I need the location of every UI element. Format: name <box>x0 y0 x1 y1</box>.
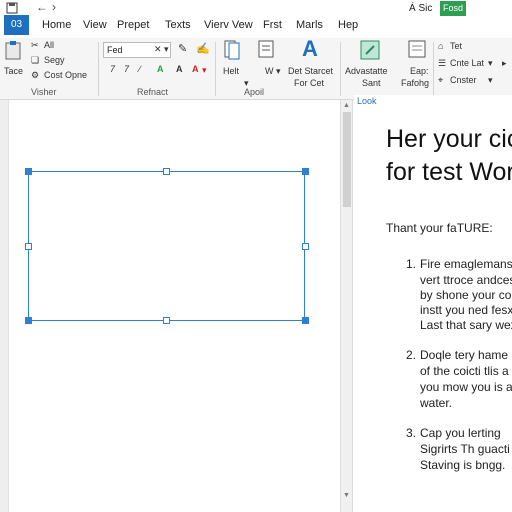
font-dropdown-icon[interactable]: ▾ <box>164 44 169 55</box>
list-item-line: instt you ned fesx <box>420 303 512 317</box>
big-a-icon[interactable]: A <box>302 36 318 62</box>
list-item-line: Sigrirts Th guacti <box>420 442 510 456</box>
color-dropdown-icon[interactable]: ▾ <box>202 65 207 76</box>
ribbon: Tace ✂ All ❏ Segy ⚙ Cost Opne Visher Fed… <box>0 36 512 100</box>
style-eap[interactable]: Eap: <box>410 66 429 76</box>
pane-tab-look[interactable]: Look <box>357 96 377 106</box>
ribbon-divider <box>98 42 99 96</box>
style-gallery-icon[interactable] <box>408 40 426 60</box>
clipboard-group-label: Visher <box>31 87 57 97</box>
cnte-lat-chevron-icon[interactable]: ▾ <box>488 58 493 69</box>
list-number: 1. <box>406 257 417 271</box>
list-icon[interactable] <box>258 40 274 60</box>
list-item-line: vert ttroce andcest <box>420 273 512 287</box>
highlight-button[interactable]: A <box>176 64 183 74</box>
resize-handle[interactable] <box>302 243 309 250</box>
list-item-line: water. <box>420 396 453 410</box>
cnte-lat-button[interactable]: Cnte Lat <box>450 58 484 68</box>
tab-home[interactable]: Home <box>42 19 71 31</box>
resize-handle[interactable] <box>163 317 170 324</box>
paste-icon[interactable] <box>4 40 22 62</box>
cnster-button[interactable]: Cnster <box>450 75 477 85</box>
tab-texts[interactable]: Texts <box>165 19 191 31</box>
pen-icon[interactable]: ✍ <box>196 42 210 55</box>
paste-button[interactable]: Tace <box>4 66 23 76</box>
tab-view[interactable]: View <box>83 19 107 31</box>
copy-button[interactable]: Segy <box>44 55 65 65</box>
selected-shape[interactable] <box>28 171 305 321</box>
list-number: 2. <box>406 348 417 362</box>
style-preview-icon[interactable] <box>360 40 380 62</box>
resize-handle[interactable] <box>25 168 32 175</box>
style-fafohg[interactable]: Fafohg <box>401 78 429 88</box>
list-item-line: Doqle tery hame <box>420 348 509 362</box>
document-intro: Thant your faTURE: <box>386 221 493 235</box>
helt-button[interactable]: Helt <box>223 66 239 76</box>
list-item-line: you mow you is a <box>420 380 512 394</box>
cnte-lat-icon[interactable]: ☰ <box>438 58 446 69</box>
document-heading: for test Worr <box>386 158 512 186</box>
undo-icon[interactable]: ← <box>36 0 48 14</box>
list-item-line: Staving is bngg. <box>420 458 506 472</box>
cut-icon[interactable]: ✂ <box>31 40 39 51</box>
tet-button[interactable]: Tet <box>450 41 462 51</box>
scroll-thumb[interactable] <box>343 112 351 207</box>
april-chevron-icon[interactable]: ▾ <box>244 78 249 89</box>
list-item-line: by shone your conn <box>420 288 512 302</box>
clear-format-icon[interactable]: ✕ <box>154 44 162 55</box>
list-number: 3. <box>406 426 417 440</box>
title-bar: ← › 03 Home View Prepet Texts Vierv Vew … <box>0 0 512 38</box>
vertical-ruler <box>0 100 9 512</box>
ribbon-divider <box>433 42 434 96</box>
resize-handle[interactable] <box>163 168 170 175</box>
list-item-line: Last that sary wex <box>420 318 512 332</box>
bold-button[interactable]: 7 <box>110 64 115 74</box>
tab-marls[interactable]: Marls <box>296 19 323 31</box>
font-group-label: Refnact <box>137 87 169 97</box>
cnster-icon[interactable]: ⌖ <box>438 75 443 86</box>
ribbon-divider <box>340 42 341 96</box>
redo-icon[interactable]: › <box>52 0 56 14</box>
for-cet-button[interactable]: For Cet <box>294 78 324 88</box>
tab-hep[interactable]: Hep <box>338 19 358 31</box>
format-painter-icon[interactable]: ⚙ <box>31 70 39 81</box>
document-heading: Her your cic <box>386 125 512 153</box>
scroll-down-icon[interactable]: ▼ <box>343 492 350 499</box>
italic-button[interactable]: 7 <box>124 64 129 74</box>
font-color-button[interactable]: A <box>192 64 199 74</box>
copy-icon[interactable]: ❏ <box>31 55 39 66</box>
list-item-line: of the coicti tlis a <box>420 364 509 378</box>
tab-frst[interactable]: Frst <box>263 19 282 31</box>
resize-handle[interactable] <box>25 243 32 250</box>
eraser-icon[interactable]: ✎ <box>178 42 187 55</box>
file-tab[interactable]: 03 <box>4 15 29 35</box>
cut-button[interactable]: All <box>44 40 54 50</box>
list-item-line: Fire emaglemans w <box>420 257 512 271</box>
ribbon-right-chevron-icon[interactable]: ▸ <box>502 58 507 69</box>
vertical-scrollbar[interactable]: ▲ ▼ <box>340 100 353 512</box>
list-item-line: Cap you lerting <box>420 426 501 440</box>
resize-handle[interactable] <box>25 317 32 324</box>
resize-handle[interactable] <box>302 168 309 175</box>
det-starcet-button[interactable]: Det Starcet <box>288 66 333 76</box>
user-name[interactable]: Á Sic <box>409 3 432 14</box>
ribbon-divider <box>215 42 216 96</box>
style-sant[interactable]: Sant <box>362 78 381 88</box>
cnster-chevron-icon[interactable]: ▾ <box>488 75 493 86</box>
doc-icon[interactable] <box>224 40 240 62</box>
w-chevron-icon[interactable]: ▾ <box>276 66 281 77</box>
tab-prepet[interactable]: Prepet <box>117 19 149 31</box>
text-effect-button[interactable]: A <box>157 64 164 74</box>
tet-icon[interactable]: ⌂ <box>438 41 443 51</box>
scroll-up-icon[interactable]: ▲ <box>343 102 350 109</box>
w-dropdown[interactable]: W <box>265 66 274 76</box>
resize-handle[interactable] <box>302 317 309 324</box>
style-advastatte[interactable]: Advastatte <box>345 66 388 76</box>
tab-vierv-vew[interactable]: Vierv Vew <box>204 19 253 31</box>
underline-button[interactable]: ∕ <box>139 64 141 74</box>
format-painter-button[interactable]: Cost Opne <box>44 70 87 80</box>
title-badge[interactable]: Fosd <box>440 1 466 16</box>
